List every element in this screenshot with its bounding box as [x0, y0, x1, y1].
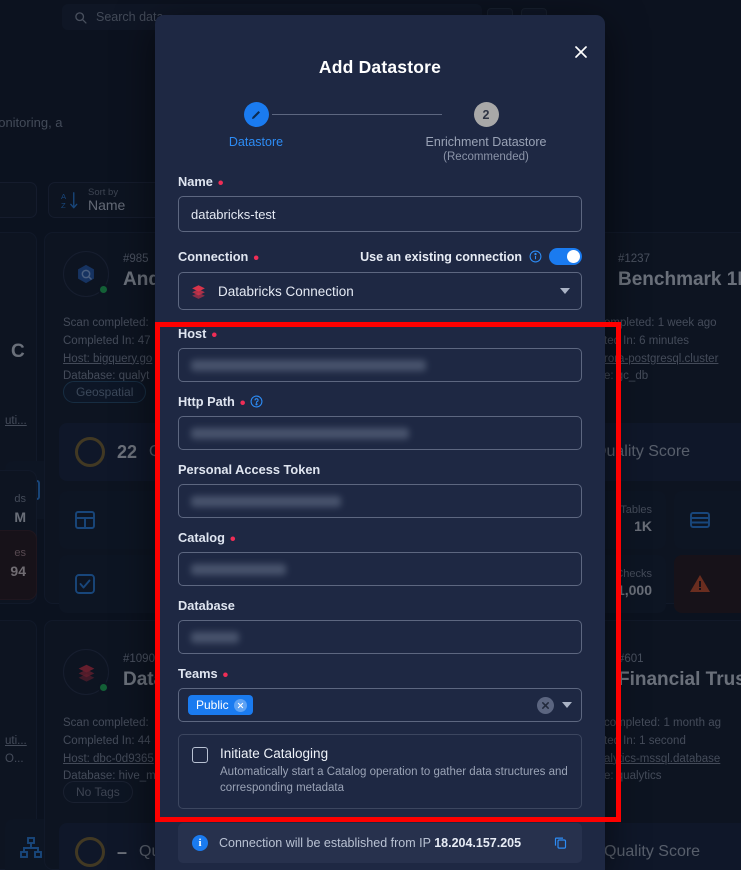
token-redaction	[191, 496, 341, 507]
connection-ip-info-bar: i Connection will be established from IP…	[178, 822, 582, 863]
connection-ip-text: Connection will be established from IP 1…	[219, 836, 542, 850]
initiate-cataloging-title: Initiate Cataloging	[220, 746, 329, 761]
personal-access-token-label: Personal Access Token	[178, 462, 321, 477]
connection-selected-value: Databricks Connection	[218, 283, 354, 299]
host-label: Host	[178, 326, 207, 341]
connection-ip-value: 18.204.157.205	[434, 835, 522, 850]
info-icon: i	[192, 834, 208, 851]
info-circle-icon[interactable]	[529, 250, 542, 263]
catalog-label-row: Catalog •	[178, 530, 236, 548]
pencil-icon	[252, 110, 260, 119]
step-2-circle: 2	[473, 102, 499, 127]
initiate-cataloging-description: Automatically start a Catalog operation …	[220, 766, 568, 795]
step-2-label: Enrichment Datastore	[425, 135, 547, 149]
field-personal-access-token: Personal Access Token	[178, 462, 582, 518]
connection-select[interactable]: Databricks Connection	[178, 272, 582, 310]
connection-label: Connection	[178, 249, 249, 264]
step-datastore[interactable]: Datastore	[191, 102, 321, 151]
x-icon	[237, 702, 243, 708]
step-2-sublabel: (Recommended)	[443, 150, 529, 163]
teams-multiselect[interactable]: Public	[178, 688, 582, 722]
host-redaction	[191, 360, 426, 371]
existing-connection-switch[interactable]	[549, 248, 582, 265]
connection-ip-prefix: Connection will be established from IP	[219, 835, 431, 850]
name-label: Name	[178, 174, 213, 189]
http-path-label: Http Path	[178, 394, 235, 409]
step-enrichment[interactable]: 2 Enrichment Datastore (Recommended)	[406, 102, 566, 163]
connection-label-row: Connection •	[178, 249, 259, 267]
existing-connection-label: Use an existing connection	[360, 249, 522, 264]
field-database: Database	[178, 598, 582, 654]
clear-x-icon	[542, 701, 549, 709]
close-icon	[575, 46, 587, 58]
chevron-down-icon[interactable]	[560, 288, 570, 294]
teams-chevron-down-icon[interactable]	[562, 702, 572, 708]
team-chip-label: Public	[196, 698, 229, 712]
field-catalog: Catalog •	[178, 530, 582, 586]
http-path-label-row: Http Path •	[178, 394, 582, 411]
datastore-form: Name • Connection • Use an existing conn…	[155, 174, 605, 809]
existing-connection-toggle-group[interactable]: Use an existing connection	[360, 248, 582, 265]
step-1-label: Datastore	[228, 135, 284, 149]
copy-icon[interactable]	[553, 835, 568, 850]
field-connection: Connection • Use an existing connection	[178, 248, 582, 310]
field-http-path: Http Path •	[178, 394, 582, 450]
initiate-cataloging-checkbox[interactable]	[192, 747, 208, 763]
add-datastore-modal: Add Datastore Datastore 2 Enrichment Dat…	[155, 15, 605, 870]
modal-title: Add Datastore	[318, 57, 442, 77]
name-label-row: Name •	[178, 174, 224, 192]
initiate-cataloging-card[interactable]: Initiate Cataloging Automatically start …	[178, 734, 582, 809]
database-label-row: Database	[178, 598, 582, 613]
field-name: Name •	[178, 174, 582, 232]
team-chip[interactable]: Public	[188, 695, 253, 715]
remove-team-icon[interactable]	[233, 698, 247, 712]
catalog-redaction	[191, 564, 286, 575]
field-teams: Teams • Public	[178, 666, 582, 722]
teams-label: Teams	[178, 666, 218, 681]
http-path-redaction	[191, 428, 409, 439]
teams-label-row: Teams •	[178, 666, 229, 684]
help-circle-icon[interactable]	[250, 395, 263, 408]
token-label-row: Personal Access Token	[178, 462, 582, 477]
database-redaction	[191, 632, 239, 643]
clear-teams-button[interactable]	[537, 696, 554, 714]
database-label: Database	[178, 598, 235, 613]
host-label-row: Host •	[178, 326, 218, 344]
catalog-label: Catalog	[178, 530, 225, 545]
databricks-icon	[192, 284, 205, 299]
stepper: Datastore 2 Enrichment Datastore (Recomm…	[155, 102, 605, 174]
close-button[interactable]	[571, 42, 591, 62]
name-input[interactable]	[178, 196, 582, 232]
step-1-circle	[243, 102, 269, 127]
field-host: Host •	[178, 326, 582, 382]
